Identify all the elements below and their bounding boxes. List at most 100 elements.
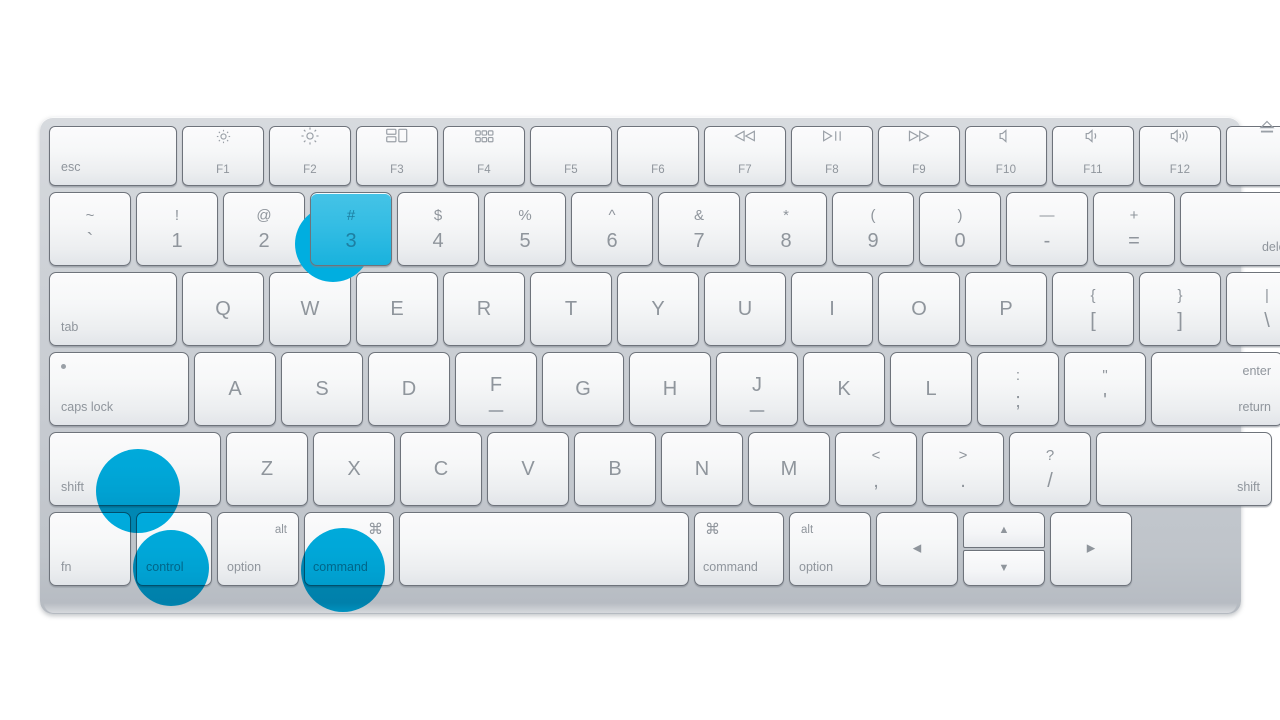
key-g[interactable]: G bbox=[542, 352, 624, 426]
key-option-right[interactable]: alt option bbox=[789, 512, 871, 586]
key-f1[interactable]: F1 bbox=[182, 126, 264, 186]
key-h[interactable]: H bbox=[629, 352, 711, 426]
key-j[interactable]: J bbox=[716, 352, 798, 426]
key-arrow-down[interactable]: ▼ bbox=[963, 550, 1045, 586]
key-quote[interactable]: " ' bbox=[1064, 352, 1146, 426]
key-6[interactable]: ^ 6 bbox=[571, 192, 653, 266]
key-arrow-right[interactable]: ▶ bbox=[1050, 512, 1132, 586]
key-m-label: M bbox=[780, 458, 798, 480]
key-f[interactable]: F bbox=[455, 352, 537, 426]
key-bracket-right[interactable]: } ] bbox=[1139, 272, 1221, 346]
key-3[interactable]: # 3 bbox=[310, 192, 392, 266]
arrow-updown-cluster: ▲ ▼ bbox=[963, 512, 1045, 586]
bottom-row: fn control alt option ⌘ command ⌘ comman… bbox=[49, 512, 1280, 586]
key-return[interactable]: enter return bbox=[1151, 352, 1280, 426]
key-backslash[interactable]: | \ bbox=[1226, 272, 1280, 346]
key-delete[interactable]: delete bbox=[1180, 192, 1280, 266]
key-f4[interactable]: F4 bbox=[443, 126, 525, 186]
key-f7[interactable]: F7 bbox=[704, 126, 786, 186]
key-t[interactable]: T bbox=[530, 272, 612, 346]
key-semicolon[interactable]: : ; bbox=[977, 352, 1059, 426]
key-1[interactable]: ! 1 bbox=[136, 192, 218, 266]
key-0[interactable]: ) 0 bbox=[919, 192, 1001, 266]
key-w[interactable]: W bbox=[269, 272, 351, 346]
key-u[interactable]: U bbox=[704, 272, 786, 346]
key-n-label: N bbox=[694, 458, 710, 480]
key-m[interactable]: M bbox=[748, 432, 830, 506]
key-period[interactable]: > . bbox=[922, 432, 1004, 506]
key-7-label: 7 bbox=[693, 230, 705, 252]
key-command-left[interactable]: ⌘ command bbox=[304, 512, 394, 586]
key-shift-right[interactable]: shift bbox=[1096, 432, 1272, 506]
key-b[interactable]: B bbox=[574, 432, 656, 506]
key-4[interactable]: $ 4 bbox=[397, 192, 479, 266]
key-f5[interactable]: F5 bbox=[530, 126, 612, 186]
key-slash-shifted: ? bbox=[1045, 447, 1055, 464]
key-x[interactable]: X bbox=[313, 432, 395, 506]
key-s[interactable]: S bbox=[281, 352, 363, 426]
key-f8[interactable]: F8 bbox=[791, 126, 873, 186]
key-5[interactable]: % 5 bbox=[484, 192, 566, 266]
key-slash[interactable]: ? / bbox=[1009, 432, 1091, 506]
key-r[interactable]: R bbox=[443, 272, 525, 346]
key-0-label: 0 bbox=[954, 230, 966, 252]
key-arrow-left[interactable]: ◀ bbox=[876, 512, 958, 586]
key-r-label: R bbox=[476, 298, 492, 320]
key-option-left[interactable]: alt option bbox=[217, 512, 299, 586]
key-4-label: 4 bbox=[432, 230, 444, 252]
key-n[interactable]: N bbox=[661, 432, 743, 506]
key-k[interactable]: K bbox=[803, 352, 885, 426]
key-bracket-left[interactable]: { [ bbox=[1052, 272, 1134, 346]
key-space[interactable] bbox=[399, 512, 689, 586]
key-esc[interactable]: esc bbox=[49, 126, 177, 186]
key-comma[interactable]: < , bbox=[835, 432, 917, 506]
key-p[interactable]: P bbox=[965, 272, 1047, 346]
key-minus[interactable]: — - bbox=[1006, 192, 1088, 266]
key-control-left[interactable]: control bbox=[136, 512, 212, 586]
key-9-shifted: ( bbox=[870, 207, 876, 224]
key-z[interactable]: Z bbox=[226, 432, 308, 506]
key-v[interactable]: V bbox=[487, 432, 569, 506]
key-fn[interactable]: fn bbox=[49, 512, 131, 586]
key-tab[interactable]: tab bbox=[49, 272, 177, 346]
key-backtick-shifted: ~ bbox=[85, 207, 95, 224]
key-eject[interactable] bbox=[1226, 120, 1280, 186]
key-a[interactable]: A bbox=[194, 352, 276, 426]
key-y[interactable]: Y bbox=[617, 272, 699, 346]
key-bracket-left-shifted: { bbox=[1090, 287, 1096, 304]
key-9[interactable]: ( 9 bbox=[832, 192, 914, 266]
key-command-right-label: command bbox=[703, 559, 758, 574]
key-f11[interactable]: F11 bbox=[1052, 126, 1134, 186]
key-c[interactable]: C bbox=[400, 432, 482, 506]
key-command-right[interactable]: ⌘ command bbox=[694, 512, 784, 586]
key-d[interactable]: D bbox=[368, 352, 450, 426]
key-f6[interactable]: F6 bbox=[617, 126, 699, 186]
arrow-right-icon: ▶ bbox=[1086, 542, 1096, 555]
key-i[interactable]: I bbox=[791, 272, 873, 346]
key-equals[interactable]: + = bbox=[1093, 192, 1175, 266]
key-f3[interactable]: F3 bbox=[356, 126, 438, 186]
key-shift-left[interactable]: shift bbox=[49, 432, 221, 506]
key-8-shifted: * bbox=[783, 207, 789, 224]
key-comma-shifted: < bbox=[871, 447, 881, 464]
shift-row: shift Z X C V B N M < , > . ? / shift bbox=[49, 432, 1280, 506]
key-caps-lock[interactable]: caps lock bbox=[49, 352, 189, 426]
key-f2[interactable]: F2 bbox=[269, 126, 351, 186]
key-d-label: D bbox=[401, 378, 417, 400]
key-option-right-label: option bbox=[799, 559, 834, 574]
key-e[interactable]: E bbox=[356, 272, 438, 346]
key-f12-label: F12 bbox=[1169, 163, 1191, 176]
key-f9[interactable]: F9 bbox=[878, 126, 960, 186]
key-8[interactable]: * 8 bbox=[745, 192, 827, 266]
key-arrow-up[interactable]: ▲ bbox=[963, 512, 1045, 548]
key-backtick[interactable]: ~ ` bbox=[49, 192, 131, 266]
key-2[interactable]: @ 2 bbox=[223, 192, 305, 266]
key-o[interactable]: O bbox=[878, 272, 960, 346]
key-l[interactable]: L bbox=[890, 352, 972, 426]
launchpad-icon bbox=[444, 127, 524, 145]
key-f12[interactable]: F12 bbox=[1139, 126, 1221, 186]
key-g-label: G bbox=[575, 378, 591, 400]
key-q[interactable]: Q bbox=[182, 272, 264, 346]
key-7[interactable]: & 7 bbox=[658, 192, 740, 266]
key-f10[interactable]: F10 bbox=[965, 126, 1047, 186]
